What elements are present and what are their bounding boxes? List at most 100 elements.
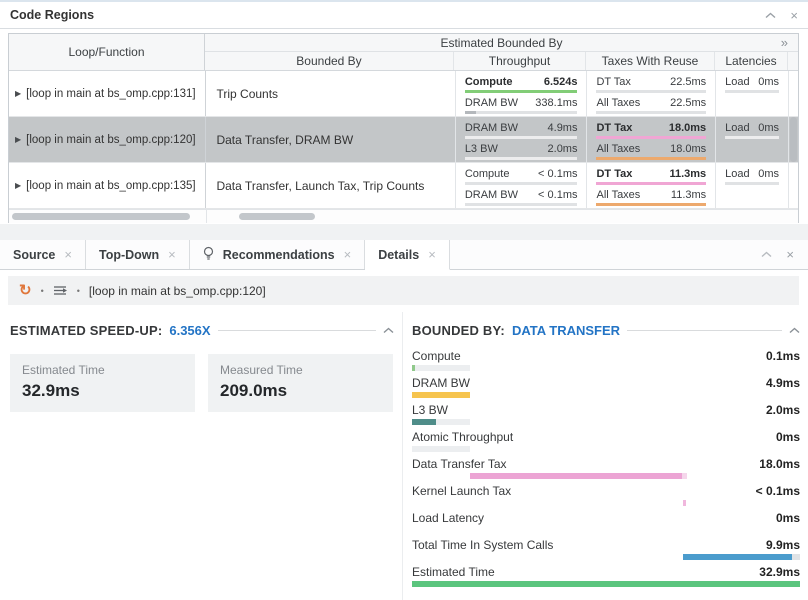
tab-window-controls: × xyxy=(761,240,808,269)
column-header-taxes-with-reuse[interactable]: Taxes With Reuse xyxy=(586,52,715,70)
tab-source[interactable]: Source× xyxy=(0,240,86,269)
metric-line: Total Time In System Calls9.9ms xyxy=(412,537,800,553)
bounded-metric-row: Total Time In System Calls9.9ms xyxy=(412,537,800,564)
close-tab-icon[interactable]: × xyxy=(428,247,436,262)
close-tab-icon[interactable]: × xyxy=(344,247,352,262)
table-row[interactable]: ▶[loop in main at bs_omp.cpp:120]Data Tr… xyxy=(9,117,798,163)
bounded-metric-row: Kernel Launch Tax< 0.1ms xyxy=(412,483,800,510)
bottom-tab-bar: Source×Top-Down×Recommendations×Details×… xyxy=(0,240,808,270)
metric-line: Load Latency0ms xyxy=(412,510,800,526)
lightbulb-icon xyxy=(203,246,214,264)
metric-entry: All Taxes 18.0ms xyxy=(596,143,706,160)
expand-row-icon[interactable]: ▶ xyxy=(15,181,21,190)
scrollbar-thumb[interactable] xyxy=(239,213,315,220)
close-tab-icon[interactable]: × xyxy=(168,247,176,262)
column-header-loop-function[interactable]: Loop/Function xyxy=(9,34,205,70)
expand-row-icon[interactable]: ▶ xyxy=(15,135,21,144)
metric-bar xyxy=(412,527,800,533)
parallel-lines-icon xyxy=(53,285,68,296)
details-toolbar: ↻ • • [loop in main at bs_omp.cpp:120] xyxy=(8,276,799,305)
metric-bar-fill xyxy=(412,419,436,425)
metric-line: L3 BW2.0ms xyxy=(412,402,800,418)
expand-row-icon[interactable]: ▶ xyxy=(15,89,21,98)
metric-label: DRAM BW xyxy=(465,189,518,202)
bounded-value: DATA TRANSFER xyxy=(512,323,620,338)
throughput-cell: DRAM BW4.9ms L3 BW2.0ms xyxy=(455,117,587,162)
metric-label: Compute xyxy=(412,348,461,364)
vertical-scrollbar-track[interactable] xyxy=(788,71,798,116)
collapse-section-icon[interactable] xyxy=(789,327,800,334)
metric-value: 4.9ms xyxy=(766,375,800,391)
table-row[interactable]: ▶[loop in main at bs_omp.cpp:131]Trip Co… xyxy=(9,71,798,117)
collapse-section-icon[interactable] xyxy=(383,327,394,334)
metric-line: DT Tax18.0ms xyxy=(596,122,706,135)
metric-entry: Load0ms xyxy=(725,76,779,93)
metric-value: 22.5ms xyxy=(670,97,706,110)
column-header-throughput[interactable]: Throughput xyxy=(454,52,586,70)
metric-bar-fill xyxy=(470,473,682,479)
latencies-cell: Load0ms xyxy=(715,71,788,116)
bounded-metric-row: L3 BW2.0ms xyxy=(412,402,800,429)
scrollbar-thumb[interactable] xyxy=(12,213,190,220)
metric-value: 18.0ms xyxy=(670,143,706,156)
metrics-scroll-track[interactable] xyxy=(207,210,798,223)
close-panel-icon[interactable]: × xyxy=(790,9,798,22)
taxes-cell: DT Tax11.3msAll Taxes11.3ms xyxy=(586,163,715,208)
metric-line: DRAM BW4.9ms xyxy=(465,122,578,135)
column-header-latencies[interactable]: Latencies xyxy=(715,52,788,70)
metric-line: Load0ms xyxy=(725,122,779,135)
metric-bar xyxy=(412,581,800,587)
panel-splitter[interactable] xyxy=(0,224,808,240)
table-header: Loop/Function Estimated Bounded By » Bou… xyxy=(9,34,798,71)
metric-value: 0ms xyxy=(758,76,779,89)
loop-function-cell: ▶[loop in main at bs_omp.cpp:120] xyxy=(9,117,206,162)
metric-value: 0ms xyxy=(758,122,779,135)
loop-name: [loop in main at bs_omp.cpp:135] xyxy=(26,180,195,192)
metric-line: Compute0.1ms xyxy=(412,348,800,364)
tab-bar-spacer xyxy=(450,240,762,269)
scrollbar-thumb[interactable] xyxy=(790,117,797,162)
tab-recommendations[interactable]: Recommendations× xyxy=(190,240,365,269)
collapse-panel-icon[interactable] xyxy=(765,12,776,19)
table-row[interactable]: ▶[loop in main at bs_omp.cpp:135]Data Tr… xyxy=(9,163,798,209)
metric-bar-fill xyxy=(596,157,706,160)
metric-value: 9.9ms xyxy=(766,537,800,553)
content-divider xyxy=(402,312,403,600)
metric-value: 2.0ms xyxy=(548,143,578,156)
metric-line: All Taxes22.5ms xyxy=(596,97,706,110)
metric-value: < 0.1ms xyxy=(538,189,577,202)
metric-value: 18.0ms xyxy=(759,456,800,472)
metric-entry: L3 BW2.0ms xyxy=(465,143,578,160)
metric-bar xyxy=(596,157,706,160)
expand-columns-icon[interactable]: » xyxy=(781,35,788,50)
metric-label: Load xyxy=(725,168,749,181)
metric-bar xyxy=(412,500,800,506)
vertical-scrollbar-track[interactable] xyxy=(788,117,798,162)
column-header-bounded-by[interactable]: Bounded By xyxy=(205,52,454,70)
metric-bar-fill xyxy=(412,365,415,371)
metric-line: Atomic Throughput0ms xyxy=(412,429,800,445)
metric-line: DT Tax22.5ms xyxy=(596,76,706,89)
bounded-metric-row: Load Latency0ms xyxy=(412,510,800,537)
metric-entry: Compute6.524s xyxy=(465,76,578,93)
close-panel-icon[interactable]: × xyxy=(786,248,794,261)
metric-label: L3 BW xyxy=(412,402,448,418)
metric-label: All Taxes xyxy=(596,143,640,156)
metric-value: 338.1ms xyxy=(535,97,577,110)
divider-line xyxy=(627,330,782,331)
metric-entry: All Taxes22.5ms xyxy=(596,97,706,114)
stat-box: Measured Time209.0ms xyxy=(208,354,393,412)
metric-value: 11.3ms xyxy=(669,168,706,181)
metric-bar-fill xyxy=(465,90,578,93)
loop-column-scroll-track[interactable] xyxy=(9,210,207,223)
scrollbar-corner xyxy=(788,52,798,70)
close-tab-icon[interactable]: × xyxy=(64,247,72,262)
bounded-by-metrics: Compute0.1msDRAM BW4.9msL3 BW2.0msAtomic… xyxy=(412,348,800,591)
vertical-scrollbar-track[interactable] xyxy=(788,163,798,208)
collapse-panel-icon[interactable] xyxy=(761,251,772,258)
speedup-heading: ESTIMATED SPEED-UP: xyxy=(10,323,162,338)
loop-name: [loop in main at bs_omp.cpp:131] xyxy=(26,88,195,100)
tab-details[interactable]: Details× xyxy=(365,240,450,270)
tab-top-down[interactable]: Top-Down× xyxy=(86,240,190,269)
metric-bar-fill xyxy=(596,203,706,206)
